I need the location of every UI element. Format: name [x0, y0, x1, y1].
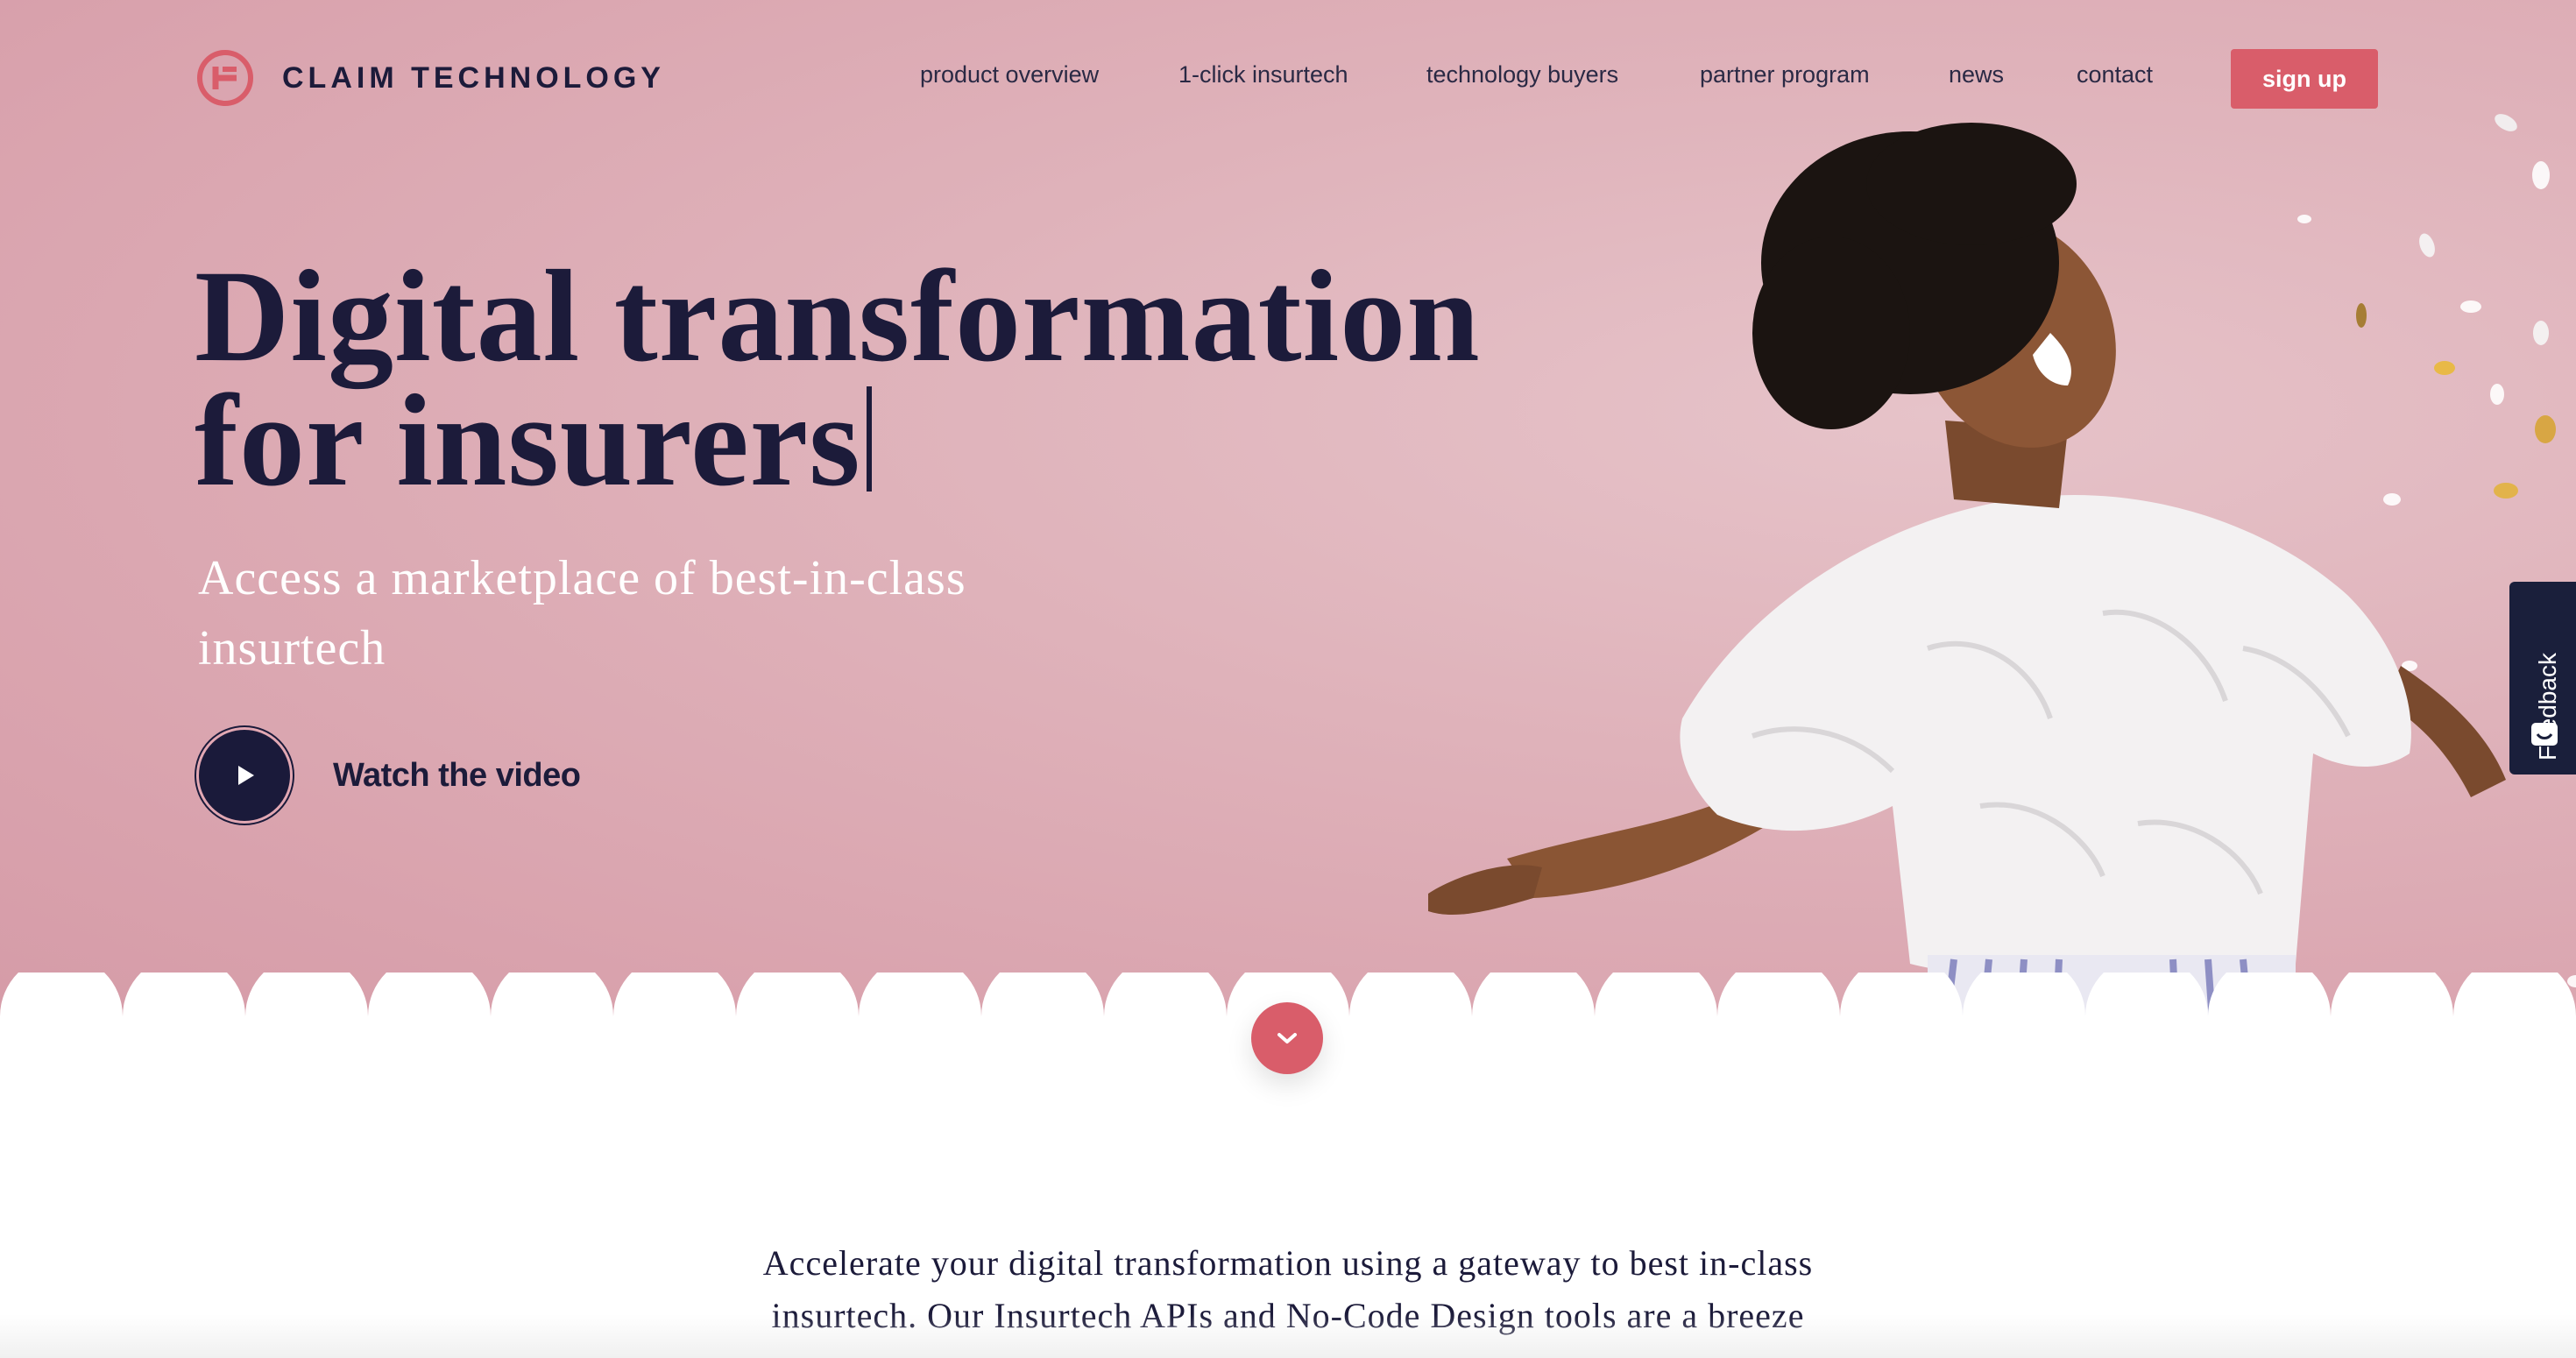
typing-cursor	[866, 386, 872, 492]
play-icon	[238, 766, 254, 785]
headline-line-2: for insurers	[195, 368, 861, 513]
brand-name: CLAIM TECHNOLOGY	[282, 60, 665, 95]
chevron-down-icon	[1277, 1033, 1297, 1043]
nav-1-click-insurtech[interactable]: 1-click insurtech	[1178, 61, 1348, 88]
brand-logo[interactable]: CLAIM TECHNOLOGY	[196, 49, 665, 107]
watch-video-button[interactable]: Watch the video	[196, 727, 581, 824]
feedback-tab[interactable]: Feedback	[2509, 582, 2576, 774]
intro-line-1: Accelerate your digital transformation u…	[762, 1243, 1814, 1283]
signup-button[interactable]: sign up	[2231, 49, 2378, 109]
play-button[interactable]	[196, 727, 293, 824]
claim-logo-icon	[197, 50, 253, 106]
chat-icon	[2531, 723, 2558, 746]
nav-contact[interactable]: contact	[2077, 61, 2153, 88]
hero-subheadline: Access a marketplace of best-in-class in…	[198, 551, 966, 675]
confetti	[2297, 114, 2576, 987]
nav-technology-buyers[interactable]: technology buyers	[1426, 61, 1618, 88]
scroll-down-button[interactable]	[1251, 1002, 1323, 1074]
hero-section: CLAIM TECHNOLOGY product overview 1-clic…	[0, 0, 2576, 1034]
hero-headline: Digital transformation for insurers	[195, 251, 1596, 506]
watch-video-label: Watch the video	[333, 756, 581, 794]
nav-news[interactable]: news	[1949, 61, 2004, 88]
nav-product-overview[interactable]: product overview	[920, 61, 1099, 88]
nav-partner-program[interactable]: partner program	[1700, 61, 1870, 88]
bottom-fade	[0, 1314, 2576, 1358]
